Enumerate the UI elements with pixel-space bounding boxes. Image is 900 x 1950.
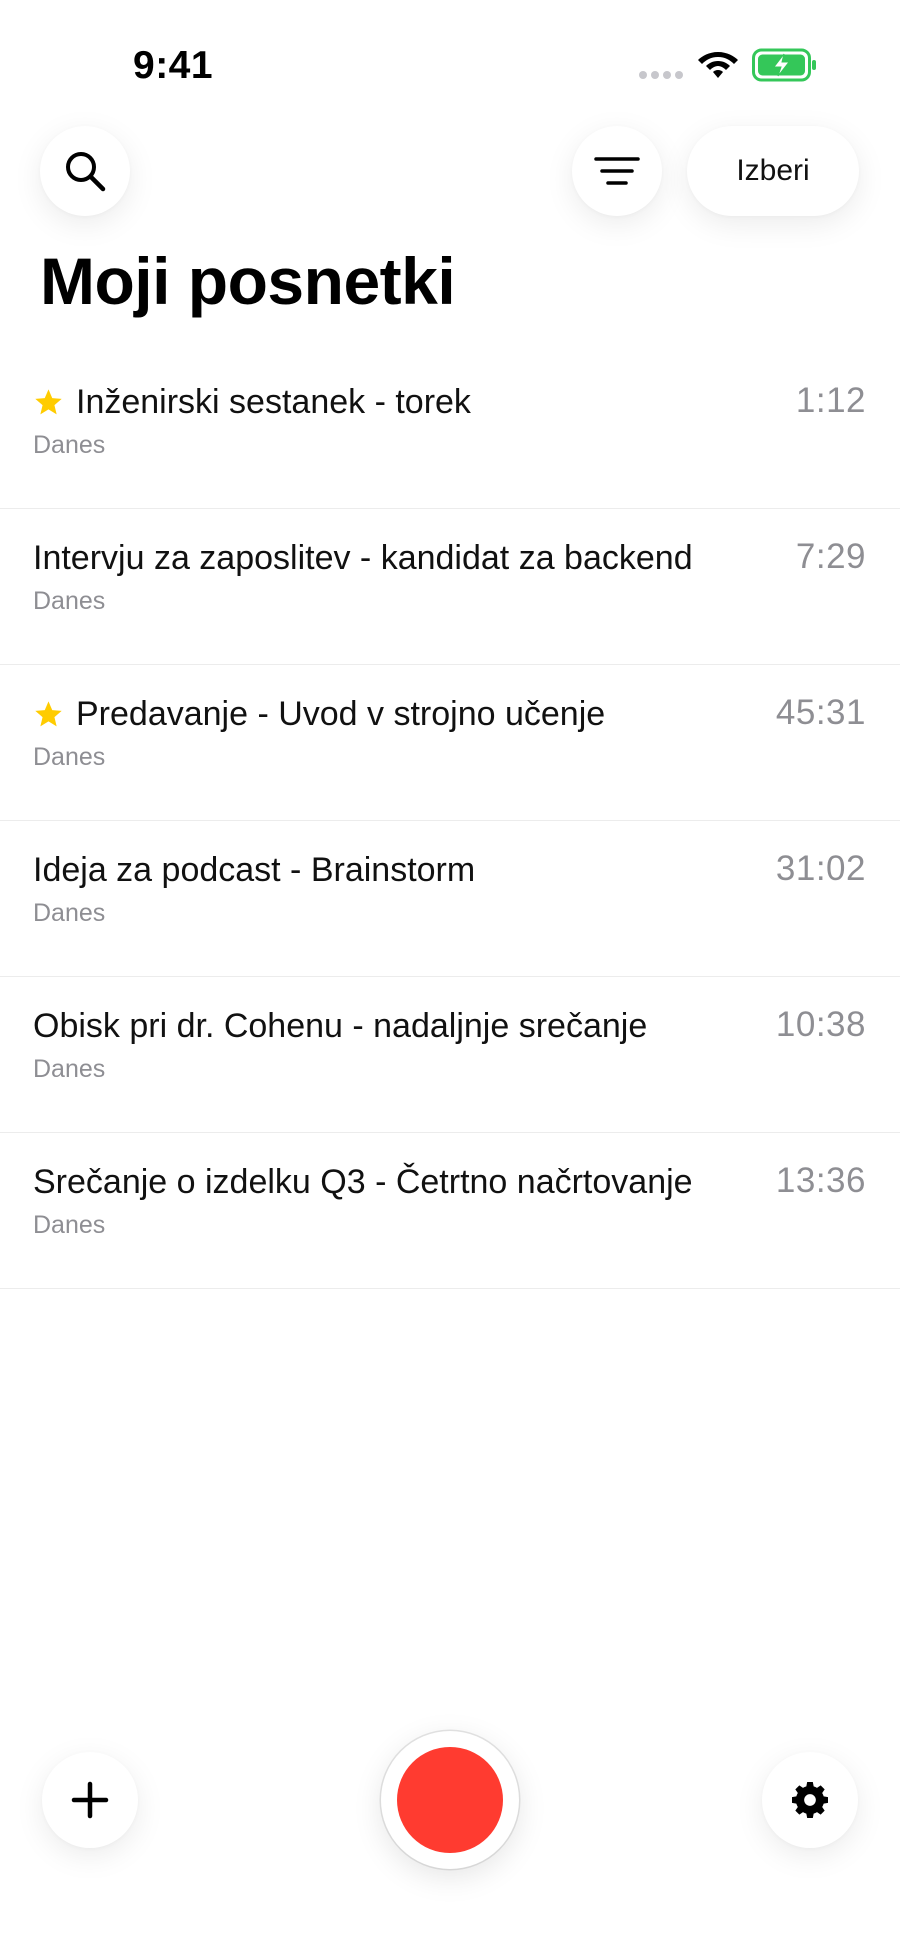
- recording-title: Ideja za podcast - Brainstorm: [33, 851, 476, 889]
- recording-row[interactable]: Predavanje - Uvod v strojno učenje Danes…: [0, 665, 900, 821]
- add-button[interactable]: [42, 1752, 138, 1848]
- recording-title: Intervju za zaposlitev - kandidat za bac…: [33, 539, 693, 577]
- cellular-signal-icon: [639, 71, 683, 79]
- gear-icon: [792, 1782, 828, 1818]
- recording-duration: 10:38: [775, 1005, 866, 1044]
- recording-title: Predavanje - Uvod v strojno učenje: [76, 695, 606, 733]
- recording-date: Danes: [33, 431, 106, 459]
- filter-button[interactable]: [572, 126, 662, 216]
- recording-title-line: Obisk pri dr. Cohenu - nadaljnje srečanj…: [33, 1007, 647, 1046]
- record-icon: [397, 1747, 503, 1853]
- recording-date: Danes: [33, 1055, 106, 1083]
- search-icon: [66, 152, 106, 192]
- recording-row[interactable]: Obisk pri dr. Cohenu - nadaljnje srečanj…: [0, 977, 900, 1133]
- status-time: 9:41: [133, 44, 214, 87]
- recordings-list: Inženirski sestanek - torek Danes 1:12 I…: [0, 353, 900, 1289]
- search-button[interactable]: [40, 126, 130, 216]
- recording-date: Danes: [33, 1211, 106, 1239]
- recording-title-line: Ideja za podcast - Brainstorm: [33, 851, 475, 890]
- record-button[interactable]: [381, 1731, 519, 1869]
- recording-duration: 1:12: [795, 381, 866, 420]
- battery-charging-icon: [752, 48, 816, 82]
- recording-title: Inženirski sestanek - torek: [76, 383, 471, 421]
- star-icon: [35, 389, 62, 415]
- recording-row[interactable]: Srečanje o izdelku Q3 - Četrtno načrtova…: [0, 1133, 900, 1289]
- star-icon: [35, 701, 62, 727]
- recording-row[interactable]: Intervju za zaposlitev - kandidat za bac…: [0, 509, 900, 665]
- plus-icon: [71, 1781, 109, 1819]
- settings-button[interactable]: [762, 1752, 858, 1848]
- recording-title-line: Predavanje - Uvod v strojno učenje: [33, 695, 605, 734]
- wifi-icon: [698, 52, 738, 78]
- status-bar: 9:41: [0, 0, 900, 110]
- recording-title-line: Intervju za zaposlitev - kandidat za bac…: [33, 539, 693, 578]
- recording-title-line: Srečanje o izdelku Q3 - Četrtno načrtova…: [33, 1163, 693, 1202]
- recording-row[interactable]: Inženirski sestanek - torek Danes 1:12: [0, 353, 900, 509]
- filter-lines-icon: [594, 157, 640, 185]
- recording-date: Danes: [33, 587, 106, 615]
- recording-duration: 7:29: [795, 537, 866, 576]
- recording-title: Obisk pri dr. Cohenu - nadaljnje srečanj…: [33, 1007, 648, 1045]
- recording-row[interactable]: Ideja za podcast - Brainstorm Danes 31:0…: [0, 821, 900, 977]
- page-title: Moji posnetki: [40, 244, 456, 318]
- recording-title-line: Inženirski sestanek - torek: [33, 383, 471, 422]
- recording-duration: 31:02: [775, 849, 866, 888]
- recording-date: Danes: [33, 899, 106, 927]
- recording-date: Danes: [33, 743, 106, 771]
- recording-duration: 45:31: [775, 693, 866, 732]
- select-button[interactable]: Izberi: [687, 126, 859, 216]
- recording-title: Srečanje o izdelku Q3 - Četrtno načrtova…: [33, 1163, 693, 1201]
- recording-duration: 13:36: [775, 1161, 866, 1200]
